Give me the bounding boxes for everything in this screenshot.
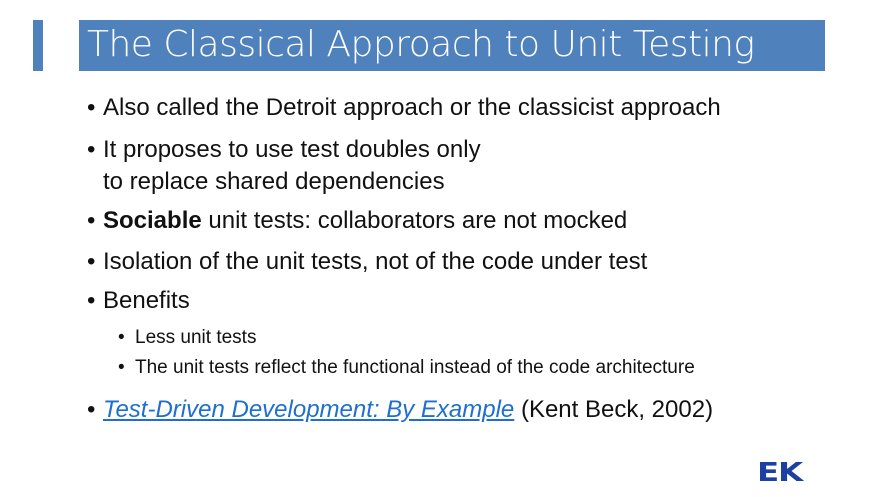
- bullet-text: Isolation of the unit tests, not of the …: [103, 248, 648, 275]
- bullet-dot: •: [87, 248, 96, 275]
- sub-bullet-text: The unit tests reflect the functional in…: [135, 357, 695, 378]
- bullet-dot: •: [118, 327, 125, 348]
- sub-bullet-text: Less unit tests: [135, 327, 257, 348]
- bullet-dot: •: [118, 357, 125, 378]
- bullet-dot: •: [87, 287, 96, 314]
- bullet-text: Sociable unit tests: collaborators are n…: [103, 205, 627, 236]
- bullet-text: Also called the Detroit approach or the …: [103, 94, 721, 121]
- title-accent-bar: [33, 20, 43, 71]
- bullet-dot: •: [87, 94, 96, 121]
- bold-term: Sociable: [103, 207, 202, 234]
- slide-title: The Classical Approach to Unit Testing: [87, 24, 755, 65]
- bullet-dot: •: [87, 207, 96, 234]
- bullet-text-line1: It proposes to use test doubles only: [103, 136, 481, 163]
- bullet-text: Benefits: [103, 287, 190, 314]
- book-link[interactable]: Test-Driven Development: By Example: [103, 396, 514, 423]
- title-bar: The Classical Approach to Unit Testing: [79, 20, 825, 71]
- bullet-text: Test-Driven Development: By Example (Ken…: [103, 394, 713, 425]
- bullet-rest: (Kent Beck, 2002): [514, 396, 714, 423]
- bullet-dot: •: [87, 396, 96, 423]
- bullet-rest: unit tests: collaborators are not mocked: [201, 207, 628, 234]
- bullet-text-line2: to replace shared dependencies: [103, 168, 445, 195]
- ek-logo: EK: [757, 458, 803, 488]
- bullet-dot: •: [87, 136, 96, 163]
